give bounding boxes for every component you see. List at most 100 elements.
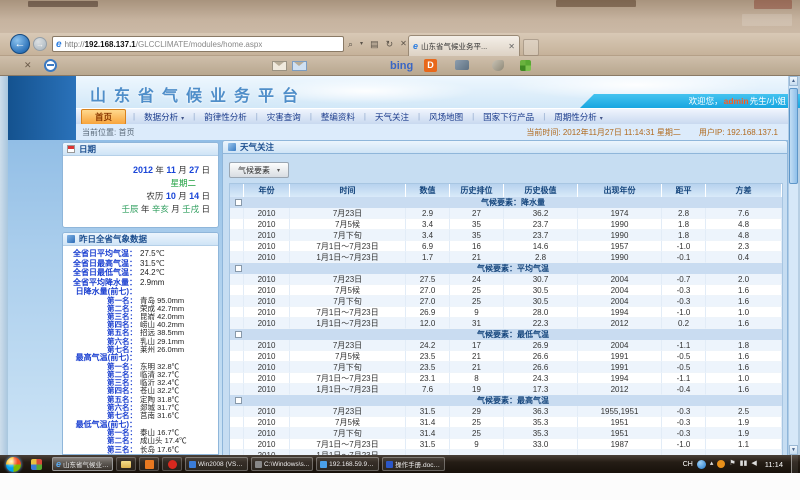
table-cell: -0.3 — [662, 406, 706, 417]
table-cell: 1月1日～7月23日 — [290, 318, 406, 329]
table-cell: 0.4 — [706, 252, 782, 263]
scroll-down-icon[interactable]: ▼ — [789, 445, 798, 455]
compatibility-icon[interactable]: ▤ — [370, 38, 379, 50]
table-row: 20107月5候31.42535.31951-0.31.9 — [230, 417, 782, 428]
taskbar-ie-button[interactable]: e 山东省气候业务平... — [52, 457, 113, 471]
nav-item-1[interactable]: 数据分析▾ — [142, 110, 186, 124]
group-checkbox[interactable] — [235, 199, 242, 206]
taskbar-clock[interactable]: 11:14 — [765, 460, 783, 469]
group-label: 气候要素：降水量 — [244, 197, 782, 208]
desktop-artifact — [556, 0, 636, 7]
table-cell: -0.7 — [662, 274, 706, 285]
nav-item-4[interactable]: 整编资料 — [319, 110, 357, 124]
group-checkbox[interactable] — [235, 331, 242, 338]
action-center-flag-icon[interactable]: ⚑ — [729, 459, 735, 469]
network-icon[interactable]: ▮▮ — [740, 459, 748, 469]
taskbar-media-button[interactable] — [162, 457, 182, 471]
messenger-icon[interactable] — [697, 460, 706, 469]
taskbar-window-button[interactable]: 操作手册.docx ... — [382, 457, 445, 471]
search-icon[interactable]: ⌕ — [348, 38, 353, 50]
window-title: Win2008 (VS2... — [198, 461, 244, 468]
scrollbar-thumb[interactable] — [789, 88, 798, 184]
nav-item-label: 韵律性分析 — [204, 112, 247, 122]
blocked-addon-icon[interactable] — [44, 59, 57, 72]
page-title: 山东省气候业务平台 — [90, 82, 306, 106]
new-tab-button[interactable] — [523, 39, 539, 56]
addon-d-icon[interactable]: D — [424, 59, 437, 72]
table-cell: 2.8 — [504, 252, 578, 263]
table-cell: 26.9 — [504, 340, 578, 351]
table-header-row: 年份时间数值历史排位历史极值出现年份距平方差 — [230, 184, 782, 197]
chevron-down-icon[interactable]: ▾ — [360, 38, 363, 50]
nav-separator: | — [186, 112, 202, 121]
table-cell: 2010 — [244, 230, 290, 241]
table-cell: 2.3 — [706, 241, 782, 252]
table-cell: 1994 — [578, 373, 662, 384]
nav-item-7[interactable]: 国家下行产品 — [481, 110, 536, 124]
table-row: 20107月23日24.21726.92004-1.11.8 — [230, 340, 782, 351]
page-scrollbar[interactable]: ▲ ▼ — [788, 76, 798, 455]
table-cell: 26.9 — [406, 307, 450, 318]
stop-icon[interactable]: ✕ — [400, 38, 407, 50]
mail-icon[interactable] — [272, 61, 287, 71]
nav-item-8[interactable]: 周期性分析▾ — [552, 110, 605, 124]
media-icon — [168, 460, 177, 469]
pinned-app-icon[interactable] — [31, 459, 42, 470]
table-cell: 16 — [450, 241, 504, 252]
back-button[interactable]: ← — [10, 34, 30, 54]
camera-addon-icon[interactable] — [455, 60, 469, 70]
volume-icon[interactable]: ◀ — [751, 459, 756, 469]
taskbar-window-button[interactable]: Win2008 (VS2... — [185, 457, 248, 471]
table-cell: 1.1 — [706, 439, 782, 450]
table-cell: 7月1日～7月23日 — [290, 307, 406, 318]
address-bar[interactable]: e http://192.168.137.1/GLCCLIMATE/module… — [52, 36, 344, 52]
start-button[interactable] — [6, 457, 21, 472]
window-icon — [386, 461, 393, 468]
tab-close-icon[interactable]: ✕ — [508, 42, 515, 51]
group-checkbox[interactable] — [235, 397, 242, 404]
row-select-cell — [230, 428, 244, 439]
stat-value: 2.9mm — [140, 278, 164, 287]
table-cell: 27.5 — [406, 274, 450, 285]
refresh-icon[interactable]: ↻ — [386, 38, 394, 50]
row-select-cell — [230, 285, 244, 296]
table-row: 20107月下旬3.43523.719901.84.8 — [230, 230, 782, 241]
taskbar-explorer-button[interactable] — [116, 457, 136, 471]
taskbar-window-button[interactable]: C:\Windows\s... — [251, 457, 313, 471]
table-cell: 1994 — [578, 307, 662, 318]
table-cell: 25 — [450, 296, 504, 307]
taskbar-app-orange-button[interactable] — [139, 457, 159, 471]
table-cell: 1月1日～7月23日 — [290, 384, 406, 395]
table-cell: 2010 — [244, 219, 290, 230]
show-desktop-button[interactable] — [791, 455, 798, 473]
group-checkbox[interactable] — [235, 265, 242, 272]
nav-item-0[interactable]: 首页 — [81, 109, 126, 125]
row-select-cell — [230, 241, 244, 252]
bing-logo[interactable]: bing — [390, 60, 413, 72]
language-indicator[interactable]: CH — [683, 461, 693, 468]
table-cell: 35.3 — [504, 417, 578, 428]
nav-item-5[interactable]: 天气关注 — [373, 110, 411, 124]
tray-expand-icon[interactable]: ▴ — [710, 459, 714, 469]
table-cell: 7月23日 — [290, 406, 406, 417]
table-cell: 7月下旬 — [290, 362, 406, 373]
security-icon[interactable] — [717, 460, 725, 468]
table-cell: 23.5 — [406, 351, 450, 362]
palette-addon-icon[interactable] — [492, 60, 504, 71]
row-select-cell — [230, 384, 244, 395]
scroll-up-icon[interactable]: ▲ — [789, 76, 798, 86]
nav-item-2[interactable]: 韵律性分析 — [202, 110, 249, 124]
send-mail-icon[interactable] — [292, 61, 307, 71]
close-sidebar-icon[interactable]: ✕ — [24, 60, 32, 71]
puzzle-addon-icon[interactable] — [520, 60, 531, 71]
browser-tab[interactable]: e 山东省气候业务平... ✕ — [408, 35, 520, 56]
taskbar-window-button[interactable]: 192.168.59.99... — [316, 457, 379, 471]
table-cell: 36.2 — [504, 208, 578, 219]
climate-element-button[interactable]: 气候要素▾ — [229, 162, 289, 178]
chevron-down-icon: ▾ — [277, 167, 280, 174]
row-select-cell — [230, 417, 244, 428]
forward-button[interactable]: → — [33, 37, 47, 51]
nav-item-3[interactable]: 灾害查询 — [265, 110, 303, 124]
table-cell: 35 — [450, 219, 504, 230]
nav-item-6[interactable]: 风场地图 — [427, 110, 465, 124]
